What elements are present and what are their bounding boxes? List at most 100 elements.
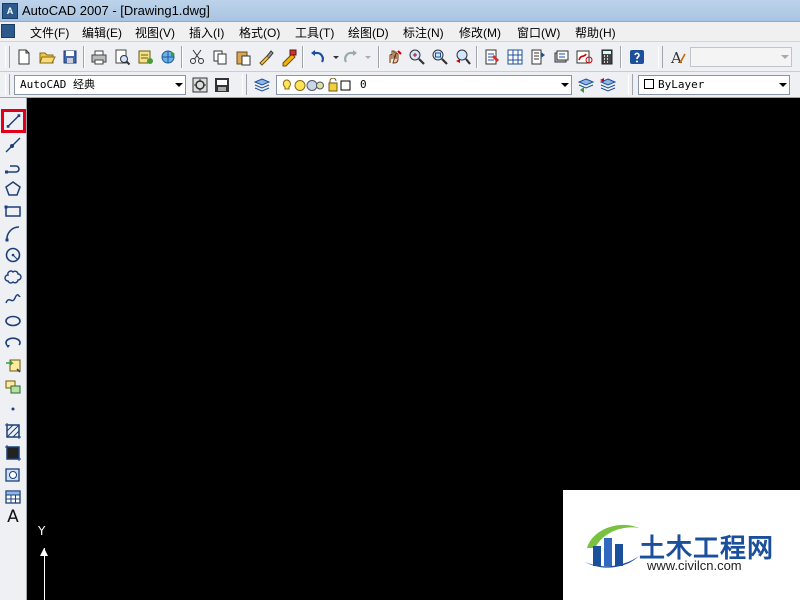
new-icon[interactable] <box>14 47 34 67</box>
chevron-down-icon[interactable] <box>171 76 185 94</box>
text-style-icon[interactable]: A <box>668 47 688 67</box>
civilcn-logo-icon <box>585 524 639 568</box>
open-icon[interactable] <box>37 47 57 67</box>
make-block-icon[interactable] <box>3 377 23 397</box>
separator <box>378 46 380 68</box>
properties-icon[interactable] <box>482 47 502 67</box>
color-combo[interactable]: ByLayer <box>638 75 790 95</box>
autocad-app-icon[interactable]: A <box>2 3 18 19</box>
plot-icon[interactable] <box>89 47 109 67</box>
chevron-down-icon[interactable] <box>777 48 791 66</box>
menu-window[interactable]: 窗口(W) <box>517 24 560 41</box>
workspace-combo[interactable]: AutoCAD 经典 <box>14 75 186 95</box>
toolbar-grip[interactable] <box>5 46 10 68</box>
copy-icon[interactable] <box>210 47 230 67</box>
watermark: 土木工程网 www.civilcn.com <box>563 490 800 600</box>
sheet-set-icon[interactable] <box>551 47 571 67</box>
zoom-window-icon[interactable] <box>430 47 450 67</box>
spline-icon[interactable] <box>3 289 23 309</box>
redo-icon[interactable] <box>340 47 360 67</box>
separator <box>181 46 183 68</box>
zoom-previous-icon[interactable] <box>453 47 473 67</box>
insert-block-icon[interactable] <box>3 355 23 375</box>
chevron-down-icon[interactable] <box>775 76 789 94</box>
workspace-settings-icon[interactable] <box>190 75 210 95</box>
cut-icon[interactable] <box>187 47 207 67</box>
block-editor-icon[interactable] <box>279 47 299 67</box>
toolbar-grip[interactable] <box>628 74 633 95</box>
menu-insert[interactable]: 插入(I) <box>189 24 224 41</box>
menu-format[interactable]: 格式(O) <box>239 24 280 41</box>
revision-cloud-icon[interactable] <box>3 267 23 287</box>
standard-toolbar: A <box>0 42 800 72</box>
separator <box>476 46 478 68</box>
save-icon[interactable] <box>60 47 80 67</box>
rectangle-icon[interactable] <box>3 201 23 221</box>
plot-preview-icon[interactable] <box>112 47 132 67</box>
construction-line-icon[interactable] <box>3 135 23 155</box>
tool-palettes-icon[interactable] <box>528 47 548 67</box>
region-icon[interactable] <box>3 465 23 485</box>
paste-icon[interactable] <box>233 47 253 67</box>
undo-icon[interactable] <box>308 47 328 67</box>
multiline-text-icon[interactable]: A <box>3 507 23 527</box>
layer-state-icons <box>282 78 351 92</box>
polyline-icon[interactable] <box>3 157 23 177</box>
watermark-url: www.civilcn.com <box>647 558 742 573</box>
toolbar-grip[interactable] <box>242 74 247 95</box>
text-style-combo[interactable] <box>690 47 792 67</box>
circle-icon[interactable] <box>3 245 23 265</box>
workspace-save-icon[interactable] <box>212 75 232 95</box>
layer-name: 0 <box>360 78 367 91</box>
menu-modify[interactable]: 修改(M) <box>459 24 501 41</box>
redo-dropdown-icon[interactable] <box>358 47 371 67</box>
make-object-layer-current-icon[interactable] <box>576 75 596 95</box>
menu-draw[interactable]: 绘图(D) <box>348 24 389 41</box>
help-icon[interactable] <box>627 47 647 67</box>
toolbar-grip[interactable] <box>658 46 663 68</box>
ucs-y-label: Y <box>38 524 46 538</box>
separator <box>83 46 85 68</box>
gradient-icon[interactable] <box>3 443 23 463</box>
ucs-y-axis <box>44 548 45 600</box>
undo-dropdown-icon[interactable] <box>326 47 339 67</box>
separator <box>302 46 304 68</box>
svg-text:A: A <box>670 49 682 67</box>
draw-toolbar: A <box>0 98 27 600</box>
ellipse-icon[interactable] <box>3 311 23 331</box>
table-icon[interactable] <box>3 487 23 507</box>
layer-previous-icon[interactable] <box>598 75 618 95</box>
color-value: ByLayer <box>658 78 705 91</box>
hatch-icon[interactable] <box>3 421 23 441</box>
toolbar-grip[interactable] <box>5 74 10 95</box>
layer-properties-icon[interactable] <box>252 75 272 95</box>
workspace-value: AutoCAD 经典 <box>20 78 95 91</box>
menu-bar: 文件(F) 编辑(E) 视图(V) 插入(I) 格式(O) 工具(T) 绘图(D… <box>0 22 800 42</box>
separator <box>620 46 622 68</box>
layer-combo[interactable]: 0 <box>276 75 572 95</box>
title-bar: A AutoCAD 2007 - [Drawing1.dwg] <box>0 0 800 22</box>
menu-file[interactable]: 文件(F) <box>30 24 69 41</box>
point-icon[interactable] <box>3 399 23 419</box>
publish-icon[interactable] <box>135 47 155 67</box>
polygon-icon[interactable] <box>3 179 23 199</box>
3d-dwf-icon[interactable] <box>158 47 178 67</box>
menu-help[interactable]: 帮助(H) <box>575 24 616 41</box>
design-center-icon[interactable] <box>505 47 525 67</box>
menu-tools[interactable]: 工具(T) <box>295 24 334 41</box>
workspace-layer-toolbar: AutoCAD 经典 0 ByLayer <box>0 72 800 98</box>
document-icon[interactable] <box>1 24 15 38</box>
color-swatch <box>644 79 654 89</box>
match-properties-icon[interactable] <box>256 47 276 67</box>
chevron-down-icon[interactable] <box>557 76 571 94</box>
menu-view[interactable]: 视图(V) <box>135 24 175 41</box>
ellipse-arc-icon[interactable] <box>3 333 23 353</box>
zoom-realtime-icon[interactable] <box>407 47 427 67</box>
arc-icon[interactable] <box>3 223 23 243</box>
menu-dimension[interactable]: 标注(N) <box>403 24 444 41</box>
pan-icon[interactable] <box>384 47 404 67</box>
line-icon[interactable] <box>1 109 26 133</box>
markup-icon[interactable] <box>574 47 594 67</box>
quickcalc-icon[interactable] <box>597 47 617 67</box>
menu-edit[interactable]: 编辑(E) <box>82 24 122 41</box>
